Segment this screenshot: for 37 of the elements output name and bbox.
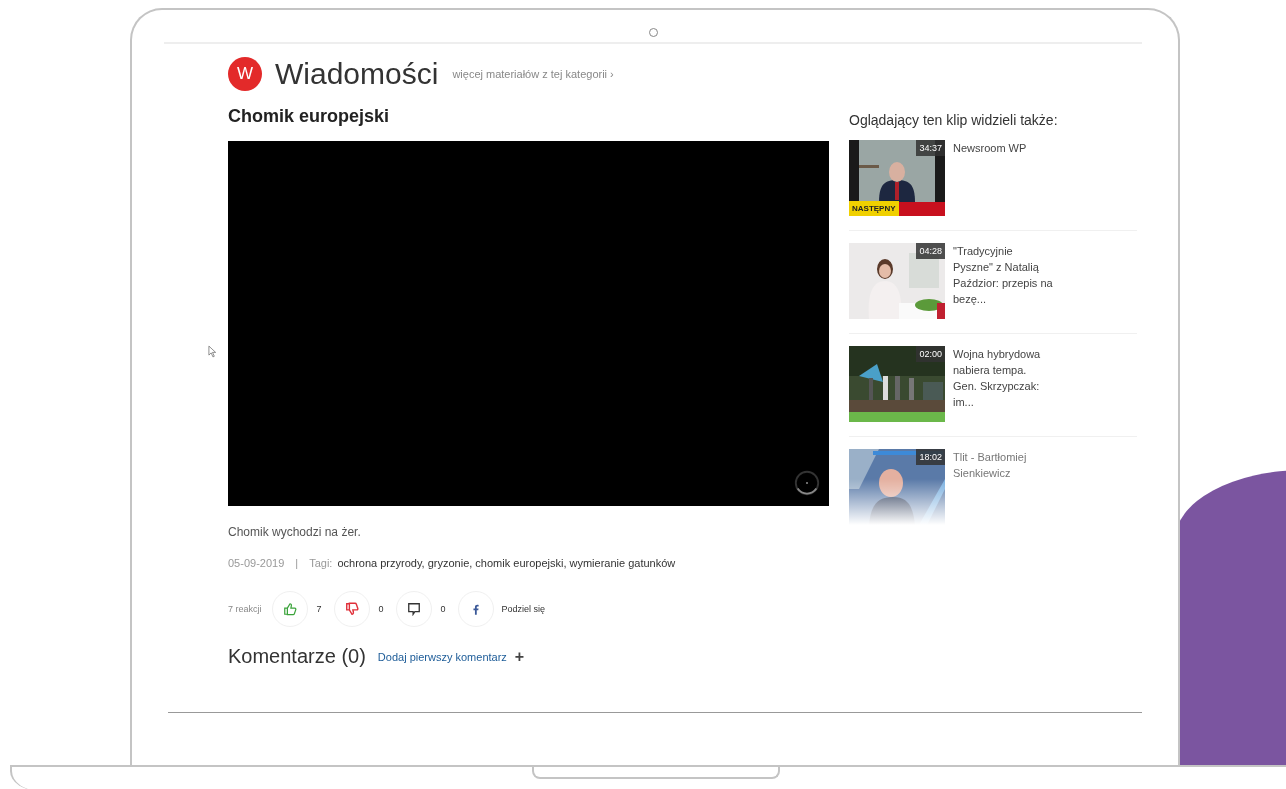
reaction-count: 7 reakcji xyxy=(228,604,262,614)
comments-heading: Komentarze (0) xyxy=(228,645,366,668)
comment-button[interactable] xyxy=(395,591,432,627)
share-button[interactable] xyxy=(457,591,494,627)
facebook-icon xyxy=(472,603,479,615)
reaction-label: 0 xyxy=(440,604,446,614)
cursor-icon xyxy=(208,345,217,358)
logo[interactable]: W xyxy=(228,57,262,91)
comment-icon xyxy=(406,602,421,616)
reaction-label: Podziel się xyxy=(501,604,546,614)
related-heading: Oglądający ten klip widzieli także: xyxy=(849,112,1059,128)
plus-icon[interactable]: + xyxy=(514,647,525,666)
add-comment-link[interactable]: Dodaj pierwszy komentarz xyxy=(377,650,507,663)
related-video-link[interactable]: "Tradycyjnie Pyszne" z Natalią Paździor: przepis na bezę... xyxy=(953,243,1053,319)
dislike-button[interactable] xyxy=(333,591,370,627)
reaction-label: 0 xyxy=(378,604,384,614)
tags-label: Tagi: xyxy=(309,557,333,569)
publish-date: 05-09-2019 xyxy=(228,557,285,569)
separator: | xyxy=(295,557,299,569)
reaction-label: 7 xyxy=(316,604,322,614)
duration-badge: 18:02 xyxy=(916,449,945,465)
related-video-link[interactable]: Newsroom WP xyxy=(953,140,1053,216)
duration-badge: 04:28 xyxy=(916,243,945,259)
loading-spinner-icon xyxy=(793,469,821,497)
thumbs-up-icon xyxy=(282,602,297,616)
video-title: Chomik europejski xyxy=(228,106,391,127)
duration-badge: 34:37 xyxy=(916,140,945,156)
video-description: Chomik wychodzi na żer. xyxy=(228,525,362,539)
thumbs-down-icon xyxy=(344,602,359,616)
more-link[interactable]: więcej materiałów z tej kategorii › xyxy=(452,68,614,80)
section-title: Wiadomości xyxy=(275,57,439,91)
next-label: NASTĘPNY xyxy=(849,201,899,216)
duration-badge: 02:00 xyxy=(916,346,945,362)
like-button[interactable] xyxy=(271,591,308,627)
related-video-link[interactable]: Wojna hybrydowa nabiera tempa. Gen. Skrzypczak: im... xyxy=(953,346,1053,422)
tag-list: ochrona przyrody, gryzonie, chomik europejski, wymieranie gatunków xyxy=(337,557,676,569)
related-video-link[interactable]: Tlit - Bartłomiej Sienkiewicz xyxy=(953,449,1053,525)
